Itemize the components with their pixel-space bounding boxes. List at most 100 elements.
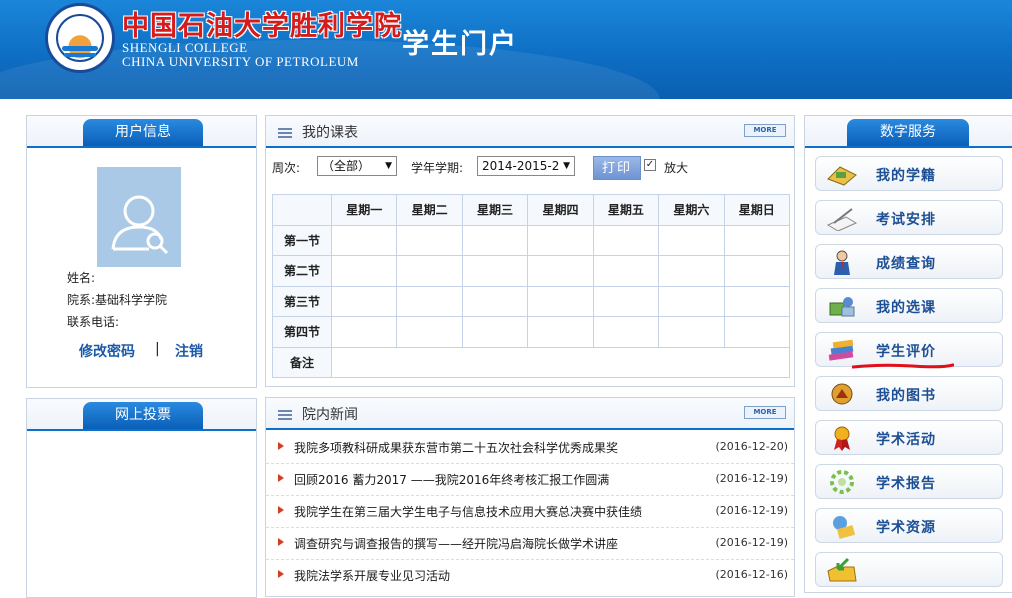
inbox-arrow-icon	[827, 557, 857, 582]
list-item[interactable]: 调查研究与调查报告的撰写——经开院冯启海院长做学术讲座 (2016-12-19)	[266, 527, 794, 560]
service-label: 我的选课	[876, 300, 936, 316]
news-title-link[interactable]: 我院学生在第三届大学生电子与信息技术应用大赛总决赛中获佳绩	[294, 503, 642, 520]
schedule-table: 星期一 星期二 星期三 星期四 星期五 星期六 星期日 第一节 第二节 第三节	[272, 194, 791, 378]
period-header: 第一节	[272, 224, 332, 256]
digital-services-panel: 数字服务 我的学籍 考试安排 成绩查询 我的选课 学生评价 我的图书 学术活动 …	[804, 115, 1012, 593]
term-select[interactable]: 2014-2015-2 ▼	[477, 156, 575, 176]
name-label: 姓名:	[67, 271, 96, 285]
change-password-link[interactable]: 修改密码	[79, 341, 135, 361]
news-date: (2016-12-16)	[715, 568, 788, 581]
day-header: 星期三	[461, 194, 529, 226]
week-select[interactable]: （全部） ▼	[317, 156, 397, 176]
avatar	[97, 167, 181, 267]
link-separator: |	[155, 341, 160, 357]
school-name-cn: 中国石油大学胜利学院	[122, 11, 402, 42]
service-course-select[interactable]: 我的选课	[815, 288, 1003, 323]
news-title-link[interactable]: 调查研究与调查报告的撰写——经开院冯启海院长做学术讲座	[294, 535, 618, 552]
schedule-cell	[461, 285, 529, 317]
library-icon	[831, 383, 853, 405]
remarks-header: 备注	[272, 346, 332, 378]
schedule-cell	[396, 285, 463, 317]
dept-line: 院系:基础科学学院	[67, 291, 167, 308]
service-my-library[interactable]: 我的图书	[815, 376, 1003, 411]
bullet-arrow-icon	[278, 506, 284, 514]
term-label: 学年学期:	[411, 161, 464, 175]
news-date: (2016-12-19)	[715, 536, 788, 549]
schedule-cell	[592, 285, 660, 317]
table-row: 第一节	[272, 224, 791, 256]
schedule-cell	[658, 224, 725, 256]
online-vote-panel: 网上投票	[26, 398, 257, 598]
day-header: 星期六	[658, 194, 725, 226]
award-medal-icon	[834, 426, 850, 451]
news-title: 院内新闻	[278, 404, 358, 424]
schedule-cell	[330, 224, 398, 256]
service-label: 我的学籍	[876, 168, 936, 184]
news-title-link[interactable]: 我院法学系开展专业见习活动	[294, 567, 450, 584]
schedule-cell	[396, 255, 463, 287]
period-header: 第三节	[272, 285, 332, 317]
period-header: 第二节	[272, 255, 332, 287]
enlarge-checkbox[interactable]: ✓	[644, 159, 656, 171]
corner-cell	[272, 194, 332, 226]
schedule-header: 我的课表 MORE	[266, 116, 794, 148]
pen-paper-icon	[826, 208, 858, 231]
schedule-cell	[658, 316, 725, 348]
day-header: 星期日	[723, 194, 791, 226]
day-header: 星期一	[330, 194, 398, 226]
service-label: 学术活动	[876, 432, 936, 448]
list-item[interactable]: 我院多项教科研成果获东营市第二十五次社会科学优秀成果奖 (2016-12-20)	[266, 431, 794, 464]
service-exam-schedule[interactable]: 考试安排	[815, 200, 1003, 235]
service-label: 学术资源	[876, 520, 936, 536]
schedule-cell	[527, 224, 594, 256]
enlarge-label: 放大	[664, 161, 689, 175]
list-icon	[278, 128, 292, 138]
chevron-down-icon: ▼	[385, 161, 392, 171]
news-date: (2016-12-19)	[715, 472, 788, 485]
schedule-cell	[461, 255, 529, 287]
bullet-arrow-icon	[278, 442, 284, 450]
list-item[interactable]: 我院学生在第三届大学生电子与信息技术应用大赛总决赛中获佳绩 (2016-12-1…	[266, 495, 794, 528]
schedule-cell	[527, 285, 594, 317]
online-vote-header: 网上投票	[27, 399, 256, 431]
service-inbox[interactable]	[815, 552, 1003, 587]
books-icon	[828, 339, 854, 361]
site-header: 中国石油大学胜利学院 SHENGLI COLLEGE CHINA UNIVERS…	[0, 0, 1012, 99]
day-header: 星期四	[527, 194, 594, 226]
schedule-cell	[592, 316, 660, 348]
service-label: 考试安排	[876, 212, 936, 228]
table-row: 第二节	[272, 255, 791, 287]
schedule-cell	[658, 255, 725, 287]
logout-link[interactable]: 注销	[175, 341, 203, 361]
service-grade-query[interactable]: 成绩查询	[815, 244, 1003, 279]
portal-title: 学生门户	[402, 29, 518, 60]
period-header: 第四节	[272, 316, 332, 348]
service-academic-report[interactable]: 学术报告	[815, 464, 1003, 499]
schedule-cell	[461, 224, 529, 256]
schedule-cell	[330, 316, 398, 348]
list-item[interactable]: 回顾2016 蓄力2017 ——我院2016年终考核汇报工作圆满 (2016-1…	[266, 463, 794, 496]
list-item[interactable]: 我院法学系开展专业见习活动 (2016-12-16)	[266, 559, 794, 591]
service-label: 我的图书	[876, 388, 936, 404]
service-student-evaluation[interactable]: 学生评价	[815, 332, 1003, 367]
service-academic-resources[interactable]: 学术资源	[815, 508, 1003, 543]
user-info-title: 用户信息	[83, 119, 203, 146]
print-button[interactable]: 打印	[593, 156, 641, 180]
news-title-link[interactable]: 回顾2016 蓄力2017 ——我院2016年终考核汇报工作圆满	[294, 471, 609, 488]
news-more-button[interactable]: MORE	[744, 406, 786, 419]
bullet-arrow-icon	[278, 474, 284, 482]
resource-icon	[833, 516, 856, 539]
service-academic-activity[interactable]: 学术活动	[815, 420, 1003, 455]
schedule-more-button[interactable]: MORE	[744, 124, 786, 137]
day-header: 星期五	[592, 194, 660, 226]
schedule-cell	[461, 316, 529, 348]
news-title-link[interactable]: 我院多项教科研成果获东营市第二十五次社会科学优秀成果奖	[294, 439, 618, 456]
id-card-icon	[827, 166, 857, 186]
schedule-cell	[330, 285, 398, 317]
service-label: 成绩查询	[876, 256, 936, 272]
service-label: 学术报告	[876, 476, 936, 492]
schedule-cell	[723, 285, 791, 317]
table-row: 第三节	[272, 285, 791, 317]
service-student-status[interactable]: 我的学籍	[815, 156, 1003, 191]
schedule-cell	[396, 224, 463, 256]
